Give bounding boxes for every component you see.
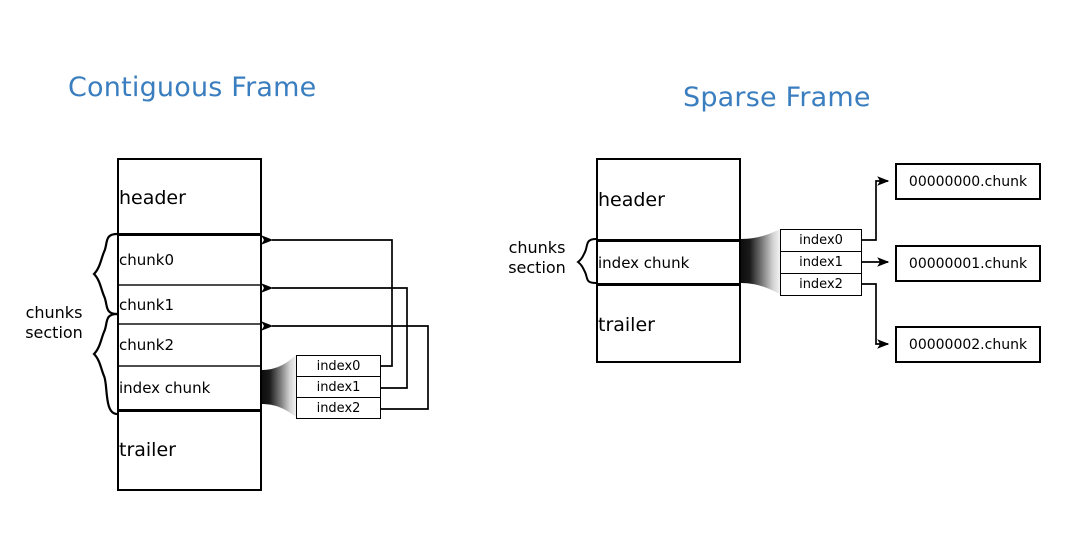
contiguous-frame-title: Contiguous Frame — [68, 72, 317, 103]
contiguous-row-trailer: trailer — [119, 439, 176, 461]
contiguous-chunks-section-line1: chunks — [25, 303, 83, 322]
sparse-chunk-connectors — [862, 176, 890, 349]
chunk-file-00000000[interactable]: 00000000.chunk — [895, 163, 1041, 200]
contiguous-frame-box: header chunk0 chunk1 chunk2 index chunk … — [117, 158, 262, 491]
contiguous-row-index-chunk: index chunk — [119, 379, 211, 397]
contiguous-index-entry-1[interactable]: index1 — [296, 376, 381, 398]
sparse-frame-box: header index chunk trailer — [596, 158, 741, 363]
contiguous-row-chunk1: chunk1 — [119, 295, 174, 314]
contiguous-chunks-section-line2: section — [25, 323, 83, 342]
sparse-row-trailer: trailer — [598, 313, 655, 336]
sparse-index-entry-0[interactable]: index0 — [780, 229, 862, 252]
sparse-row-index-chunk: index chunk — [598, 253, 690, 272]
sparse-chunks-section-line2: section — [508, 258, 566, 277]
contiguous-index-fan — [262, 355, 296, 417]
contiguous-row-header: header — [119, 186, 186, 209]
contiguous-index-stack: index0 index1 index2 — [296, 355, 381, 419]
chunk-file-00000002[interactable]: 00000002.chunk — [895, 326, 1041, 363]
sparse-index-fan — [741, 229, 780, 294]
contiguous-row-chunk0: chunk0 — [119, 251, 174, 269]
contiguous-index-entry-2[interactable]: index2 — [296, 397, 381, 419]
sparse-row-header: header — [598, 189, 665, 211]
sparse-frame-title: Sparse Frame — [683, 82, 871, 113]
chunk-file-00000001[interactable]: 00000001.chunk — [895, 245, 1041, 282]
sparse-chunks-section-line1: chunks — [508, 238, 566, 257]
contiguous-index-entry-0[interactable]: index0 — [296, 355, 381, 377]
sparse-index-stack: index0 index1 index2 — [780, 229, 862, 296]
contiguous-chunks-section-label: chunks section — [4, 303, 104, 343]
sparse-index-entry-2[interactable]: index2 — [780, 273, 862, 296]
sparse-index-entry-1[interactable]: index1 — [780, 251, 862, 274]
contiguous-row-chunk2: chunk2 — [119, 336, 174, 354]
sparse-chunks-section-label: chunks section — [487, 238, 587, 278]
